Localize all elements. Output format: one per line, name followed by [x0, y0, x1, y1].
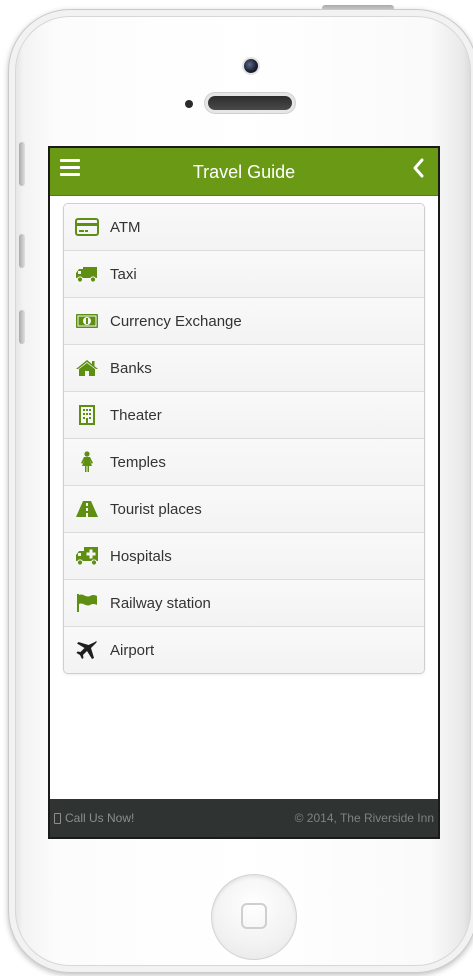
- list-item-hospitals[interactable]: Hospitals: [64, 533, 424, 580]
- list-item-label: Airport: [110, 641, 155, 659]
- app-header: Travel Guide: [50, 148, 438, 196]
- road-icon: [74, 498, 100, 520]
- earpiece-speaker: [208, 96, 292, 110]
- copyright-text: © 2014, The Riverside Inn: [294, 811, 434, 825]
- volume-up-button: [19, 234, 25, 268]
- list-item-label: Currency Exchange: [110, 312, 242, 330]
- ambulance-icon: [74, 545, 100, 567]
- list-item-temples[interactable]: Temples: [64, 439, 424, 486]
- female-icon: [74, 451, 100, 473]
- list-item-atm[interactable]: ATM: [64, 204, 424, 251]
- list-item-label: Railway station: [110, 594, 211, 612]
- list-item-label: Theater: [110, 406, 162, 424]
- building-icon: [74, 404, 100, 426]
- credit-card-icon: [74, 216, 100, 238]
- mobile-phone-icon: [54, 812, 61, 824]
- proximity-sensor: [185, 100, 193, 108]
- list-item-railway-station[interactable]: Railway station: [64, 580, 424, 627]
- volume-down-button: [19, 310, 25, 344]
- plane-icon: [74, 639, 100, 661]
- list-item-label: Temples: [110, 453, 166, 471]
- home-button[interactable]: [211, 874, 297, 960]
- home-icon: [74, 357, 100, 379]
- chevron-left-icon[interactable]: [410, 157, 428, 179]
- list-item-taxi[interactable]: Taxi: [64, 251, 424, 298]
- list-item-theater[interactable]: Theater: [64, 392, 424, 439]
- list-item-currency-exchange[interactable]: Currency Exchange: [64, 298, 424, 345]
- flag-icon: [74, 592, 100, 614]
- list-item-label: ATM: [110, 218, 141, 236]
- device-mockup: Travel Guide ATM Taxi Currency Exchange …: [0, 0, 473, 976]
- list-item-airport[interactable]: Airport: [64, 627, 424, 673]
- list-item-label: Hospitals: [110, 547, 172, 565]
- front-camera: [244, 59, 258, 73]
- truck-icon: [74, 263, 100, 285]
- category-list: ATM Taxi Currency Exchange Banks Theater…: [63, 203, 425, 674]
- list-item-banks[interactable]: Banks: [64, 345, 424, 392]
- call-us-link[interactable]: Call Us Now!: [54, 811, 134, 825]
- call-us-label: Call Us Now!: [65, 811, 135, 825]
- list-item-label: Banks: [110, 359, 152, 377]
- app-footer: Call Us Now! © 2014, The Riverside Inn: [50, 799, 438, 837]
- list-item-label: Tourist places: [110, 500, 202, 518]
- mute-switch: [19, 142, 25, 186]
- list-item-label: Taxi: [110, 265, 137, 283]
- page-title: Travel Guide: [192, 162, 296, 182]
- money-icon: [74, 310, 100, 332]
- phone-screen: Travel Guide ATM Taxi Currency Exchange …: [48, 146, 440, 839]
- list-item-tourist-places[interactable]: Tourist places: [64, 486, 424, 533]
- home-square-icon: [241, 903, 267, 929]
